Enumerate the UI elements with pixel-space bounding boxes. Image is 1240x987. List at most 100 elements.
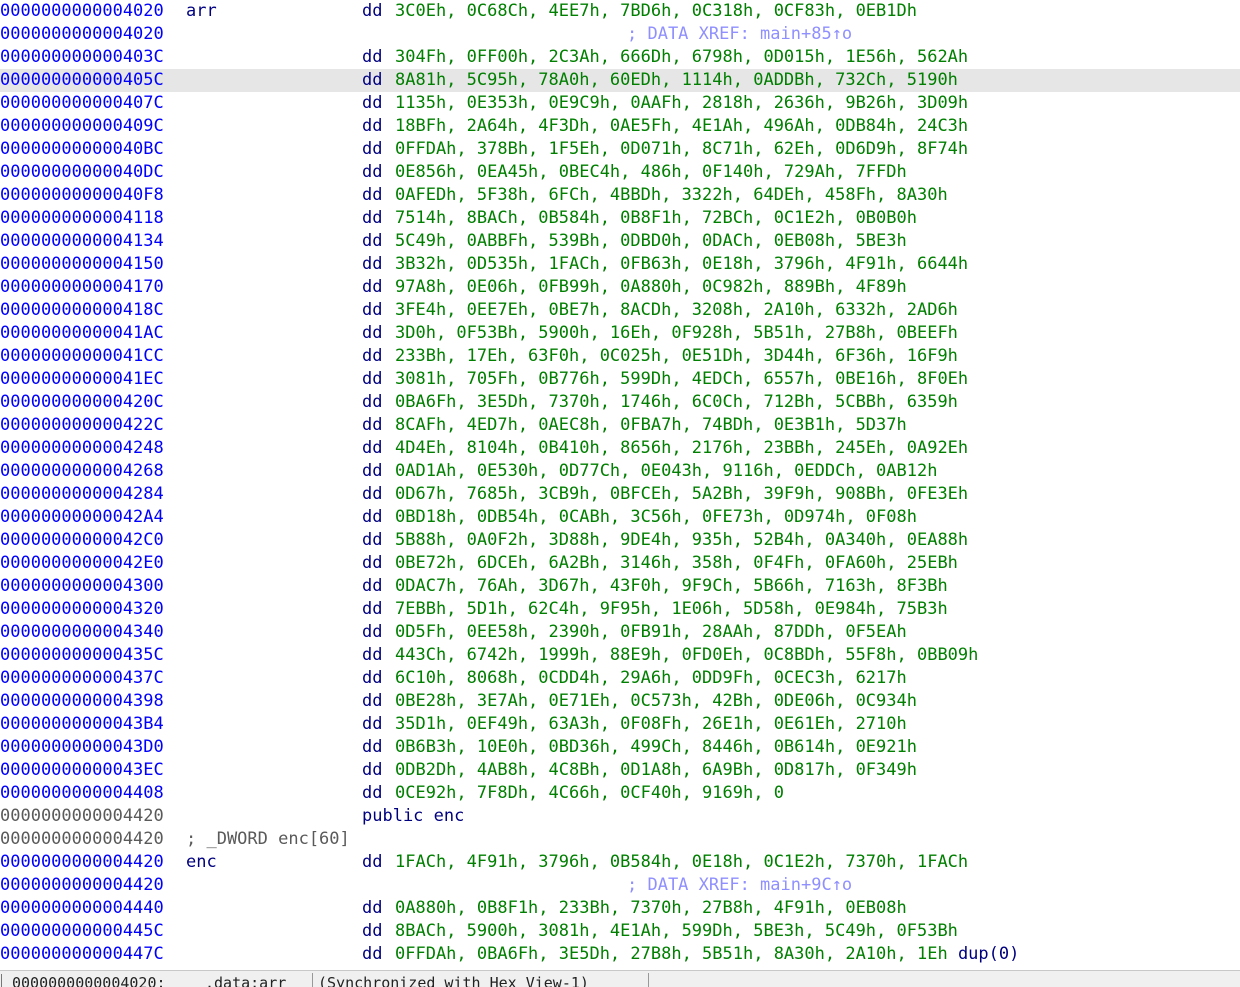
address[interactable]: 000000000000420C [0,391,164,414]
address[interactable]: 000000000000405C [0,69,164,92]
address[interactable]: 0000000000004284 [0,483,164,506]
listing-row[interactable]: 0000000000004340 dd 0D5Fh, 0EE58h, 2390h, … [0,621,1240,644]
xref-comment[interactable]: ; DATA XREF: main+9C↑o [627,874,852,897]
operand-values: 1FACh, 4F91h, 3796h, 0B584h, 0E18h, 0C1E… [395,852,969,872]
address[interactable]: 00000000000042A4 [0,506,164,529]
operands: 0D67h, 7685h, 3CB9h, 0BFCEh, 5A2Bh, 39F9… [395,483,968,506]
listing-row[interactable]: 0000000000004300 dd 0DAC7h, 76Ah, 3D67h, 4… [0,575,1240,598]
disassembly-listing[interactable]: 0000000000004020 arr dd 3C0Eh, 0C68Ch, 4EE7… [0,0,1240,966]
address[interactable]: 0000000000004320 [0,598,164,621]
listing-row[interactable]: 00000000000041EC dd 3081h, 705Fh, 0B776h, … [0,368,1240,391]
listing-row[interactable]: 0000000000004408 dd 0CE92h, 7F8Dh, 4C66h, … [0,782,1240,805]
listing-row[interactable]: 00000000000042A4 dd 0BD18h, 0DB54h, 0CABh,… [0,506,1240,529]
operand-values: 7514h, 8BACh, 0B584h, 0B8F1h, 72BCh, 0C1… [395,208,917,228]
address[interactable]: 0000000000004248 [0,437,164,460]
listing-row[interactable]: 0000000000004420 ; _DWORD enc[60] [0,828,1240,851]
address[interactable]: 00000000000040DC [0,161,164,184]
listing-row[interactable]: 000000000000422C dd 8CAFh, 4ED7h, 0AEC8h, … [0,414,1240,437]
address[interactable]: 0000000000004398 [0,690,164,713]
address[interactable]: 0000000000004420 [0,874,164,897]
listing-row[interactable]: 00000000000041AC dd 3D0h, 0F53Bh, 5900h, 1… [0,322,1240,345]
listing-row[interactable]: 00000000000040DC dd 0E856h, 0EA45h, 0BEC4h… [0,161,1240,184]
mnemonic: dd [362,139,383,159]
listing-row[interactable]: 00000000000042C0 dd 5B88h, 0A0F2h, 3D88h, … [0,529,1240,552]
operand-values: 3B32h, 0D535h, 1FACh, 0FB63h, 0E18h, 379… [395,254,969,274]
listing-row[interactable]: 0000000000004398 dd 0BE28h, 3E7Ah, 0E71Eh,… [0,690,1240,713]
address[interactable]: 0000000000004420 [0,805,164,828]
address[interactable]: 00000000000042C0 [0,529,164,552]
address[interactable]: 000000000000403C [0,46,164,69]
listing-row[interactable]: 0000000000004440 dd 0A880h, 0B8F1h, 233Bh,… [0,897,1240,920]
listing-row[interactable]: 0000000000004170 dd 97A8h, 0E06h, 0FB99h, … [0,276,1240,299]
listing-row[interactable]: 0000000000004284 dd 0D67h, 7685h, 3CB9h, 0… [0,483,1240,506]
listing-row[interactable]: 0000000000004420 ; DATA XREF: main+9C↑o [0,874,1240,897]
listing-row[interactable]: 00000000000042E0 dd 0BE72h, 6DCEh, 6A2Bh, … [0,552,1240,575]
address[interactable]: 00000000000041CC [0,345,164,368]
address[interactable]: 00000000000043B4 [0,713,164,736]
listing-row[interactable]: 00000000000043EC dd 0DB2Dh, 4AB8h, 4C8Bh, … [0,759,1240,782]
address[interactable]: 00000000000041AC [0,322,164,345]
listing-row[interactable]: 0000000000004268 dd 0AD1Ah, 0E530h, 0D77Ch… [0,460,1240,483]
address[interactable]: 000000000000407C [0,92,164,115]
address[interactable]: 000000000000409C [0,115,164,138]
address[interactable]: 00000000000041EC [0,368,164,391]
address[interactable]: 0000000000004420 [0,851,164,874]
listing-row[interactable]: 0000000000004134 dd 5C49h, 0ABBFh, 539Bh, … [0,230,1240,253]
address[interactable]: 0000000000004134 [0,230,164,253]
address[interactable]: 0000000000004150 [0,253,164,276]
listing-row[interactable]: 0000000000004320 dd 7EBBh, 5D1h, 62C4h, 9F… [0,598,1240,621]
address[interactable]: 000000000000418C [0,299,164,322]
listing-row[interactable]: 000000000000435C dd 443Ch, 6742h, 1999h, 8… [0,644,1240,667]
listing-row[interactable]: 000000000000420C dd 0BA6Fh, 3E5Dh, 7370h, … [0,391,1240,414]
listing-row[interactable]: 0000000000004020 ; DATA XREF: main+85↑o [0,23,1240,46]
listing-row[interactable]: 00000000000043D0 dd 0B6B3h, 10E0h, 0BD36h,… [0,736,1240,759]
mnemonic: dd [362,484,383,504]
address[interactable]: 000000000000435C [0,644,164,667]
listing-row[interactable]: 00000000000040BC dd 0FFDAh, 378Bh, 1F5Eh, … [0,138,1240,161]
listing-row[interactable]: 0000000000004420 public enc [0,805,1240,828]
listing-row[interactable]: 0000000000004420 enc dd 1FACh, 4F91h, 3796h… [0,851,1240,874]
address[interactable]: 00000000000040F8 [0,184,164,207]
listing-row[interactable]: 000000000000403C dd 304Fh, 0FF00h, 2C3Ah, … [0,46,1240,69]
listing-row[interactable]: 0000000000004150 dd 3B32h, 0D535h, 1FACh, … [0,253,1240,276]
listing-row[interactable]: 000000000000409C dd 18BFh, 2A64h, 4F3Dh, 0… [0,115,1240,138]
address[interactable]: 0000000000004020 [0,0,164,23]
address[interactable]: 0000000000004268 [0,460,164,483]
address[interactable]: 0000000000004118 [0,207,164,230]
address[interactable]: 000000000000437C [0,667,164,690]
mnemonic: dd [362,1,383,21]
listing-row[interactable]: 000000000000407C dd 1135h, 0E353h, 0E9C9h,… [0,92,1240,115]
symbol-label[interactable]: arr [186,0,217,23]
mnemonic: dd [362,530,383,550]
listing-row[interactable]: 000000000000418C dd 3FE4h, 0EE7Eh, 0BE7h, … [0,299,1240,322]
address[interactable]: 000000000000447C [0,943,164,966]
address[interactable]: 0000000000004440 [0,897,164,920]
address[interactable]: 000000000000445C [0,920,164,943]
listing-row[interactable]: 0000000000004118 dd 7514h, 8BACh, 0B584h, … [0,207,1240,230]
address[interactable]: 00000000000042E0 [0,552,164,575]
listing-row[interactable]: 0000000000004248 dd 4D4Eh, 8104h, 0B410h, … [0,437,1240,460]
address[interactable]: 00000000000043D0 [0,736,164,759]
xref-comment[interactable]: ; DATA XREF: main+85↑o [627,23,852,46]
address[interactable]: 00000000000040BC [0,138,164,161]
address[interactable]: 0000000000004170 [0,276,164,299]
listing-row[interactable]: 00000000000040F8 dd 0AFEDh, 5F38h, 6FCh, 4… [0,184,1240,207]
mnemonic: dd [362,783,383,803]
listing-row[interactable]: 000000000000447C dd 0FFDAh, 0BA6Fh, 3E5Dh,… [0,943,1240,966]
operands: 0BE72h, 6DCEh, 6A2Bh, 3146h, 358h, 0F4Fh… [395,552,958,575]
address[interactable]: 0000000000004420 [0,828,164,851]
listing-row[interactable]: 000000000000445C dd 8BACh, 5900h, 3081h, 4… [0,920,1240,943]
symbol-label[interactable]: enc [186,851,217,874]
listing-row[interactable]: 000000000000405C dd 8A81h, 5C95h, 78A0h, 6… [0,69,1240,92]
address[interactable]: 0000000000004020 [0,23,164,46]
listing-row[interactable]: 000000000000437C dd 6C10h, 8068h, 0CDD4h, … [0,667,1240,690]
address[interactable]: 0000000000004340 [0,621,164,644]
listing-row[interactable]: 00000000000043B4 dd 35D1h, 0EF49h, 63A3h, … [0,713,1240,736]
listing-row[interactable]: 00000000000041CC dd 233Bh, 17Eh, 63F0h, 0C… [0,345,1240,368]
operands: 3081h, 705Fh, 0B776h, 599Dh, 4EDCh, 6557… [395,368,968,391]
listing-row[interactable]: 0000000000004020 arr dd 3C0Eh, 0C68Ch, 4EE7… [0,0,1240,23]
address[interactable]: 000000000000422C [0,414,164,437]
address[interactable]: 0000000000004408 [0,782,164,805]
address[interactable]: 00000000000043EC [0,759,164,782]
address[interactable]: 0000000000004300 [0,575,164,598]
